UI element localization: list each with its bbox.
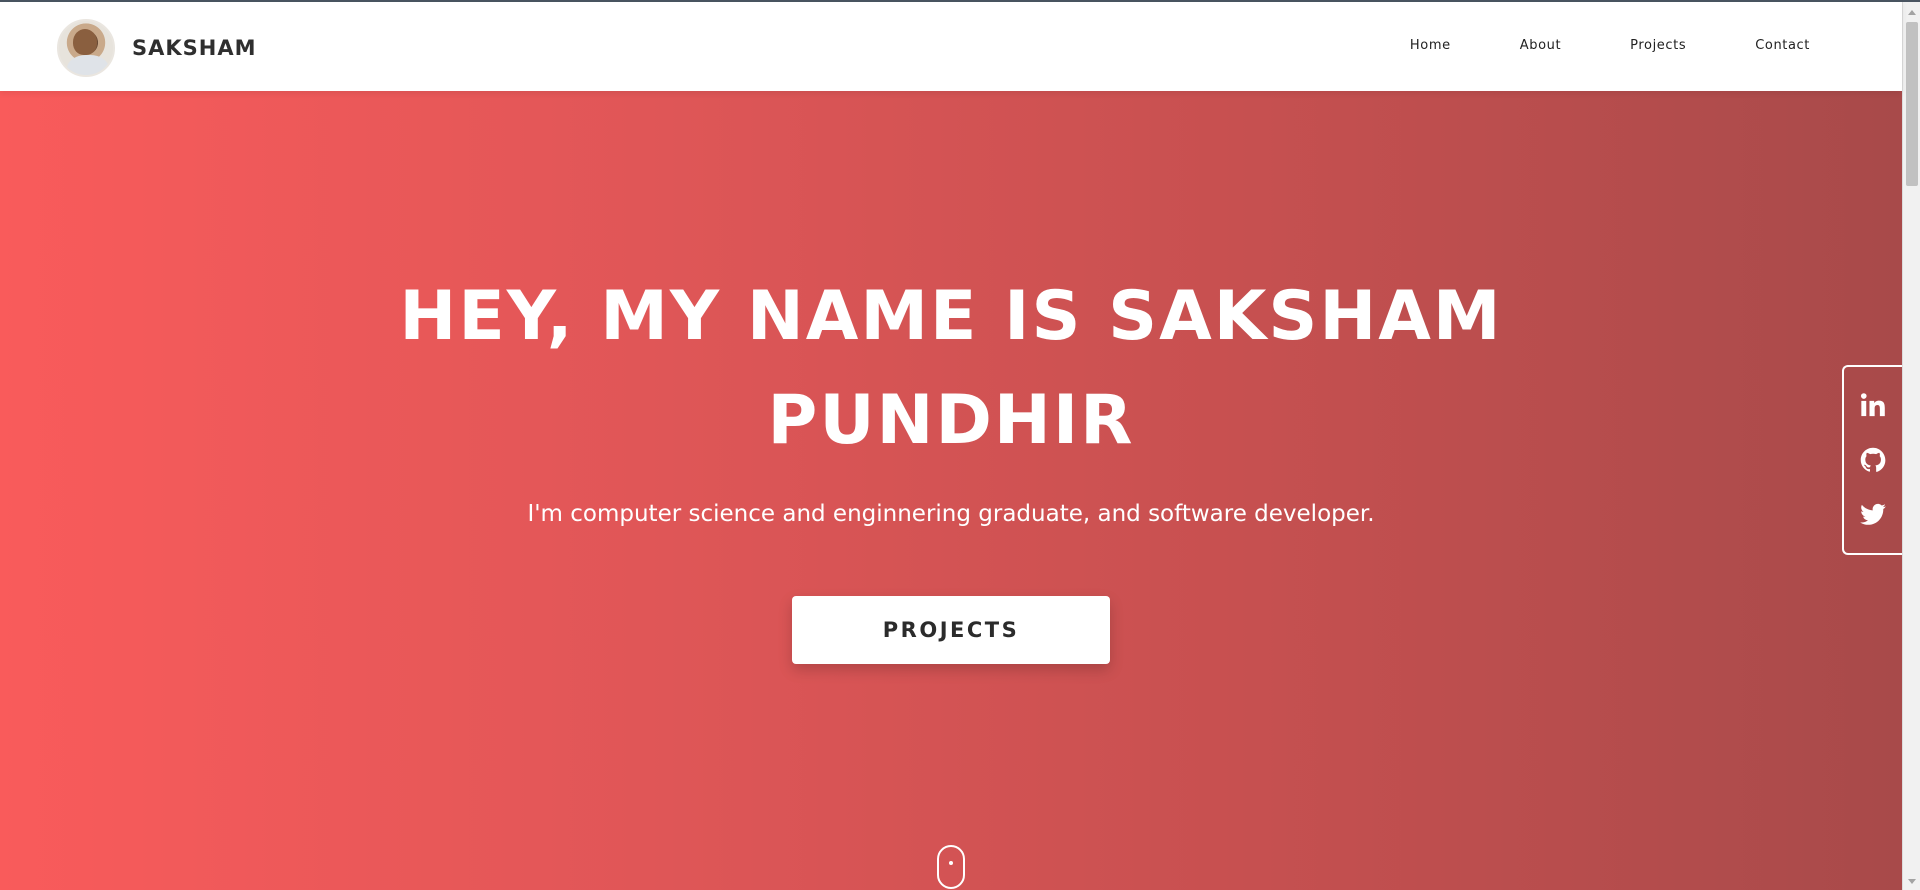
github-icon (1860, 447, 1886, 472)
twitter-link[interactable] (1858, 500, 1888, 530)
hero-title: HEY, MY NAME IS SAKSHAM PUNDHIR (0, 265, 1902, 473)
brand-name: SAKSHAM (132, 36, 257, 60)
nav-about[interactable]: About (1520, 38, 1561, 53)
github-link[interactable] (1858, 445, 1888, 475)
hero-section: HEY, MY NAME IS SAKSHAM PUNDHIR I'm comp… (0, 91, 1902, 890)
projects-button[interactable]: PROJECTS (792, 596, 1110, 664)
social-sidebar (1842, 365, 1902, 555)
twitter-icon (1860, 504, 1886, 526)
hero-title-line-2: PUNDHIR (767, 381, 1135, 460)
hero-subtitle: I'm computer science and enginnering gra… (527, 501, 1375, 527)
scroll-down-arrow-icon[interactable] (1908, 879, 1916, 884)
scroll-down-indicator[interactable] (937, 845, 965, 889)
nav-projects[interactable]: Projects (1630, 38, 1686, 53)
linkedin-link[interactable] (1858, 390, 1888, 420)
brand-link[interactable]: SAKSHAM (57, 19, 257, 77)
nav-contact[interactable]: Contact (1755, 38, 1810, 53)
site-header: SAKSHAM Home About Projects Contact (0, 2, 1902, 91)
avatar (57, 19, 115, 77)
nav-home[interactable]: Home (1410, 38, 1451, 53)
linkedin-icon (1860, 392, 1885, 416)
main-nav: Home About Projects Contact (1341, 38, 1810, 53)
hero-title-line-1: HEY, MY NAME IS SAKSHAM (399, 277, 1503, 356)
page-scrollbar[interactable] (1902, 2, 1920, 890)
scroll-mouse-wheel (949, 861, 953, 865)
scroll-up-arrow-icon[interactable] (1908, 10, 1916, 15)
scrollbar-thumb[interactable] (1906, 22, 1918, 186)
